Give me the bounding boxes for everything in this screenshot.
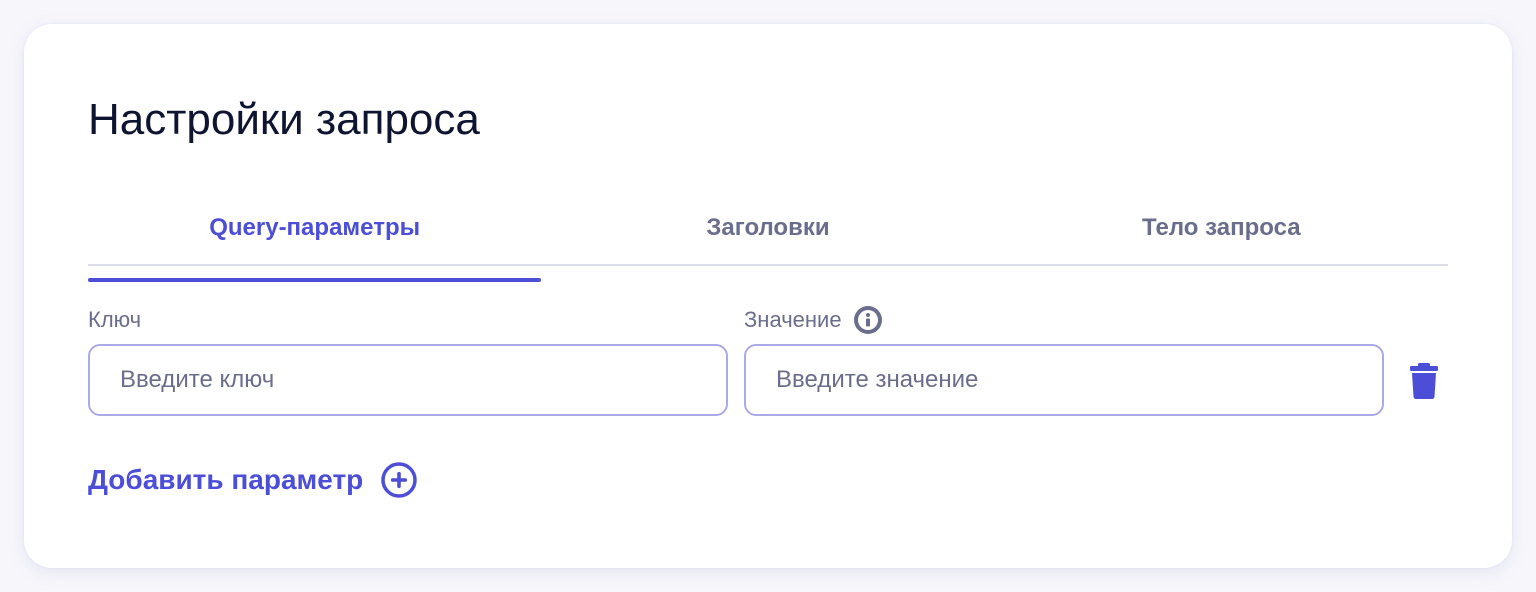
delete-param-button[interactable] <box>1408 362 1440 400</box>
tab-request-body[interactable]: Тело запроса <box>995 208 1448 264</box>
trash-icon <box>1410 363 1438 399</box>
tab-query-params[interactable]: Query-параметры <box>88 208 542 282</box>
key-label: Ключ <box>88 307 142 332</box>
page-title: Настройки запроса <box>88 95 480 144</box>
value-input[interactable] <box>744 344 1384 416</box>
request-settings-card: Настройки запроса Query-параметры Заголо… <box>24 24 1512 568</box>
key-input[interactable] <box>88 344 728 416</box>
value-label: Значение <box>744 307 842 332</box>
tab-bar: Query-параметры Заголовки Тело запроса <box>88 208 1448 282</box>
plus-circle-icon <box>381 462 418 498</box>
info-icon[interactable] <box>853 306 882 334</box>
key-label-container: Ключ <box>88 306 141 334</box>
tab-headers[interactable]: Заголовки <box>541 208 994 264</box>
value-label-container: Значение <box>744 306 882 334</box>
add-param-button[interactable]: Добавить параметр <box>88 460 418 500</box>
add-param-label: Добавить параметр <box>88 464 364 495</box>
